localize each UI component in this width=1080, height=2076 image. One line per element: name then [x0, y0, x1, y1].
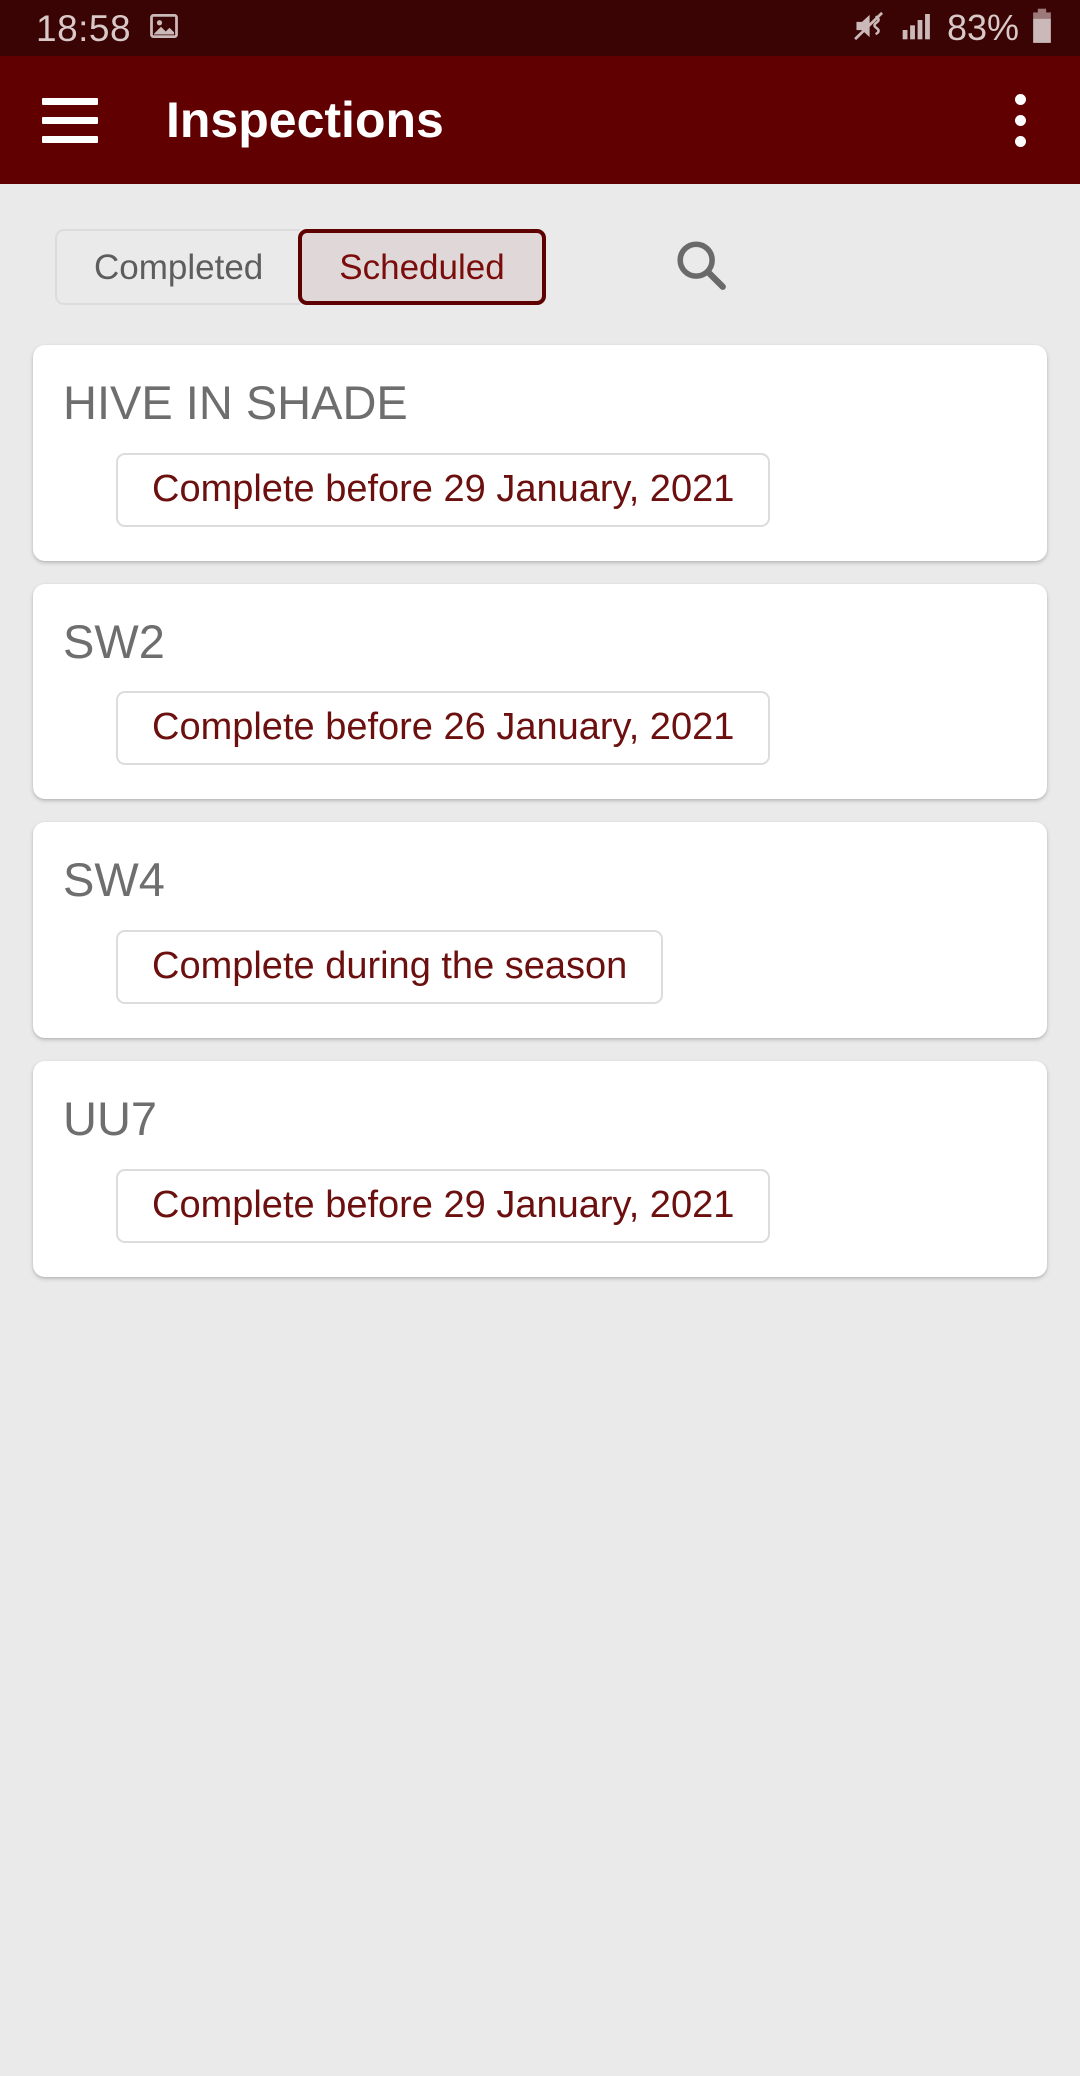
tab-scheduled[interactable]: Scheduled: [298, 229, 546, 305]
due-date-chip[interactable]: Complete before 29 January, 2021: [116, 452, 771, 527]
status-bar-left: 18:58: [36, 10, 179, 47]
due-date-chip[interactable]: Complete before 29 January, 2021: [116, 1168, 771, 1243]
due-date-chip[interactable]: Complete during the season: [116, 930, 664, 1005]
status-bar-clock: 18:58: [36, 7, 132, 49]
battery-percentage-label: 83%: [946, 7, 1019, 48]
inspection-card[interactable]: HIVE IN SHADE Complete before 29 January…: [33, 345, 1047, 561]
hamburger-bar: [42, 135, 98, 143]
vibrate-mute-icon: [853, 9, 889, 48]
overflow-dot: [1014, 114, 1026, 126]
photo-icon: [149, 11, 179, 46]
inspection-card[interactable]: SW4 Complete during the season: [33, 822, 1047, 1039]
hamburger-bar: [42, 116, 98, 124]
status-bar: 18:58 83%: [0, 0, 1080, 56]
tab-completed[interactable]: Completed: [55, 229, 301, 305]
hamburger-menu-icon[interactable]: [42, 92, 98, 148]
battery-icon: [1030, 8, 1054, 49]
overflow-menu-icon[interactable]: [990, 80, 1050, 160]
hamburger-bar: [42, 97, 98, 105]
inspection-title: SW2: [63, 614, 165, 668]
inspection-due-row: Complete before 29 January, 2021: [63, 1168, 1017, 1243]
inspection-due-row: Complete before 29 January, 2021: [63, 452, 1017, 527]
search-button[interactable]: [661, 227, 741, 307]
inspection-card[interactable]: SW2 Complete before 26 January, 2021: [33, 583, 1047, 800]
status-bar-right: 83%: [853, 8, 1054, 49]
inspection-title: HIVE IN SHADE: [63, 376, 408, 429]
signal-bars-icon: [900, 10, 932, 47]
inspection-card[interactable]: UU7 Complete before 29 January, 2021: [33, 1061, 1047, 1277]
app-screen: 18:58 83% Inspections Completed Schedule…: [0, 0, 1080, 2076]
overflow-dot: [1014, 135, 1026, 147]
search-icon: [672, 236, 730, 299]
app-bar: Inspections: [0, 56, 1080, 184]
segmented-tab-group: Completed Scheduled: [55, 229, 546, 305]
inspection-title: UU7: [63, 1092, 158, 1146]
inspection-list: HIVE IN SHADE Complete before 29 January…: [0, 307, 1080, 2076]
due-date-chip[interactable]: Complete before 26 January, 2021: [116, 691, 771, 766]
inspection-due-row: Complete during the season: [63, 930, 1017, 1005]
filter-toolbar: Completed Scheduled: [0, 184, 1080, 307]
inspection-title: SW4: [63, 853, 165, 907]
page-title: Inspections: [166, 92, 444, 148]
inspection-due-row: Complete before 26 January, 2021: [63, 691, 1017, 766]
overflow-dot: [1014, 93, 1026, 105]
